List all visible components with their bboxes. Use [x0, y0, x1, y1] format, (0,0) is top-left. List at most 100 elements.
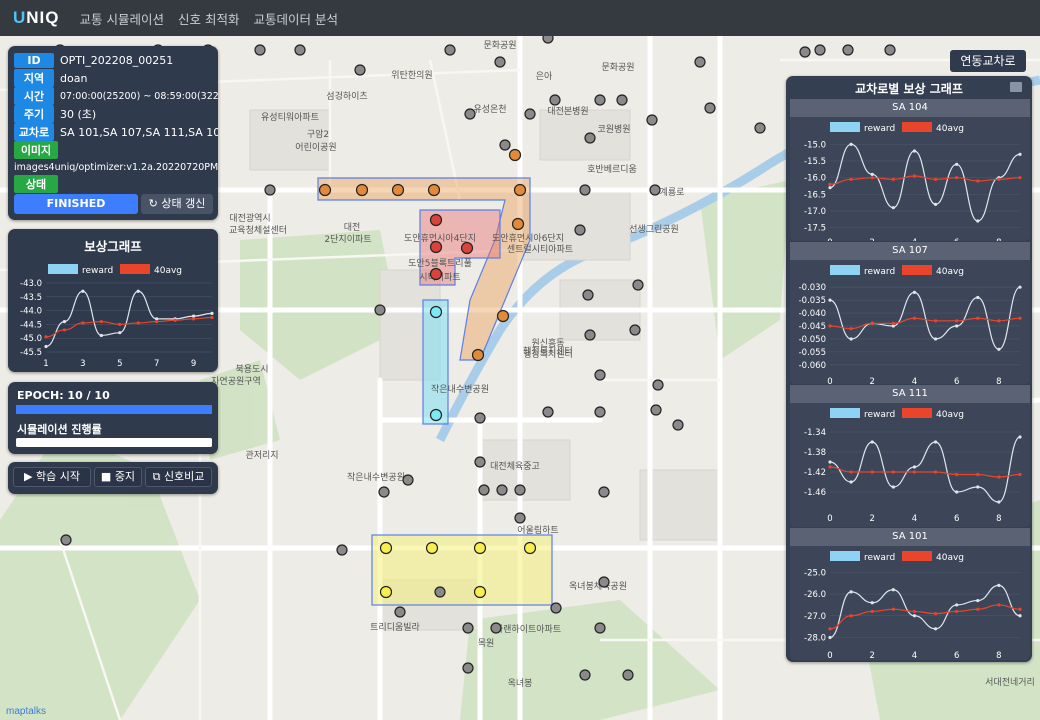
y-tick-label: -17.0 [804, 207, 826, 217]
menu-traffic-simulation[interactable]: 교통 시뮬레이션 [80, 9, 164, 28]
data-point-reward [849, 480, 853, 484]
data-point-avg [976, 472, 980, 477]
status-finished-badge: FINISHED [14, 194, 138, 214]
data-point-reward [912, 149, 917, 153]
linked-intersection-button[interactable]: 연동교차로 [950, 50, 1026, 72]
intersection-node [549, 94, 561, 106]
intersection-node [629, 324, 641, 336]
legend-swatch-avg [902, 265, 932, 275]
map-place-label: 행정복지센터 [523, 345, 573, 357]
intersection-node [579, 669, 591, 681]
stop-button[interactable]: ■ 중지 [94, 467, 142, 487]
x-tick-label: 2 [870, 514, 875, 524]
scroll-up-icon[interactable] [1010, 82, 1022, 92]
intersection-node [264, 184, 276, 196]
chart-sa107: reward 40avg -0.030 -0.035 -0.040 -0.045 -0.05… [799, 265, 1022, 384]
intersection-node [799, 46, 811, 58]
brand-logo[interactable]: UNIQ [13, 8, 60, 28]
chart-sa104: reward 40avg -15.0 -15.5 -16.0 -16.5 -17.0 -17.… [804, 122, 1022, 241]
menu-signal-optimization[interactable]: 신호 최적화 [178, 9, 239, 28]
map-place-label: 자연공원구역 [211, 376, 261, 387]
data-point-avg [976, 607, 980, 611]
x-tick-label: 6 [954, 514, 959, 524]
x-tick-label: 8 [996, 651, 1001, 660]
signal-node-yellow [379, 541, 393, 555]
intersection-node [594, 369, 606, 381]
data-point-reward [933, 202, 938, 206]
legend-swatch-reward [830, 408, 860, 418]
menu-traffic-data-analysis[interactable]: 교통데이터 분석 [253, 9, 337, 28]
data-point-reward [155, 317, 159, 321]
series-line-reward [829, 286, 1021, 350]
signal-node-yellow [379, 585, 393, 599]
legend-label-reward: reward [864, 553, 895, 563]
data-point-reward [81, 289, 85, 293]
intersection-node [462, 622, 474, 634]
map-place-label: 북용도시 [235, 364, 268, 375]
epoch-label: EPOCH: 10 / 10 [17, 389, 110, 402]
y-tick-label: -0.035 [799, 296, 826, 306]
data-point-avg [870, 321, 874, 326]
image-label: 이미지 [14, 141, 58, 159]
y-tick-label: -28.0 [804, 633, 826, 643]
intersection-node [598, 576, 610, 588]
intersection-node [884, 44, 896, 56]
intersection-node [474, 456, 486, 468]
data-point-reward [210, 311, 214, 315]
id-value: OPTI_202208_00251 [60, 53, 174, 67]
data-point-avg [912, 609, 917, 614]
map-place-label: 유성온천 [473, 104, 506, 115]
legend-label-reward: reward [864, 410, 895, 420]
refresh-status-button[interactable]: ↻ 상태 갱신 [141, 194, 213, 214]
intersection-node [652, 379, 664, 391]
signal-node-orange [427, 183, 441, 197]
intersection-node [650, 404, 662, 416]
intersection-node [622, 669, 634, 681]
data-point-avg [870, 470, 874, 474]
map-place-label: 교육청체설센터 [229, 225, 287, 236]
map-place-label: 2단지이파트 [324, 234, 371, 245]
legend-label-avg: 40avg [154, 266, 182, 276]
map-place-label: 파랜하이트아파트 [495, 624, 561, 635]
cycle-value: 30 (초) [60, 108, 97, 121]
data-point-avg [1018, 176, 1022, 180]
intersection-node [754, 122, 766, 134]
data-point-reward [1018, 614, 1022, 618]
epoch-progress-fill [16, 405, 212, 414]
map-place-label: 위탄한의원 [391, 70, 432, 81]
y-tick-label: -0.045 [799, 322, 826, 332]
x-tick-label: 0 [827, 238, 832, 241]
x-tick-label: 0 [827, 651, 832, 660]
intersection-node [60, 534, 72, 546]
map-place-label: 대전 [344, 222, 361, 233]
map-place-label: 도안휴먼시아6단지 [492, 233, 564, 244]
map-place-label: 어울림하트 [517, 524, 558, 536]
intersection-node [478, 484, 490, 496]
map-place-label: 도안5블록트리풀 [408, 258, 472, 269]
x-tick-label: 8 [996, 377, 1001, 384]
data-point-avg [912, 174, 917, 178]
data-point-avg [933, 612, 938, 616]
x-tick-label: 2 [870, 377, 875, 384]
map-place-label: 코원병원 [597, 124, 630, 135]
signal-compare-button[interactable]: ⧉ 신호비교 [145, 467, 212, 487]
map-attribution[interactable]: maptalks [6, 706, 46, 717]
x-tick-label: 4 [912, 651, 917, 660]
data-point-reward [870, 440, 874, 444]
data-point-reward [891, 588, 895, 592]
data-point-reward [933, 440, 938, 444]
start-training-label: 학습 시작 [35, 470, 80, 483]
intersection-node [550, 602, 562, 614]
data-point-reward [99, 333, 103, 338]
region-label: 지역 [14, 69, 54, 87]
intersection-reward-panel: 교차로별 보상 그래프 SA 104 reward 40avg -15.0 -15.5-… [786, 76, 1032, 662]
map-place-label: 문화공원 [483, 40, 516, 51]
data-point-avg [99, 320, 103, 324]
start-training-button[interactable]: ▶ 학습 시작 [13, 467, 91, 487]
intersection-node [444, 44, 456, 56]
data-point-reward [828, 460, 832, 464]
y-tick-label: -1.38 [804, 448, 826, 458]
map-place-label: 옥녀봉 [508, 678, 533, 689]
data-point-avg [997, 177, 1001, 181]
data-point-avg [191, 317, 196, 321]
